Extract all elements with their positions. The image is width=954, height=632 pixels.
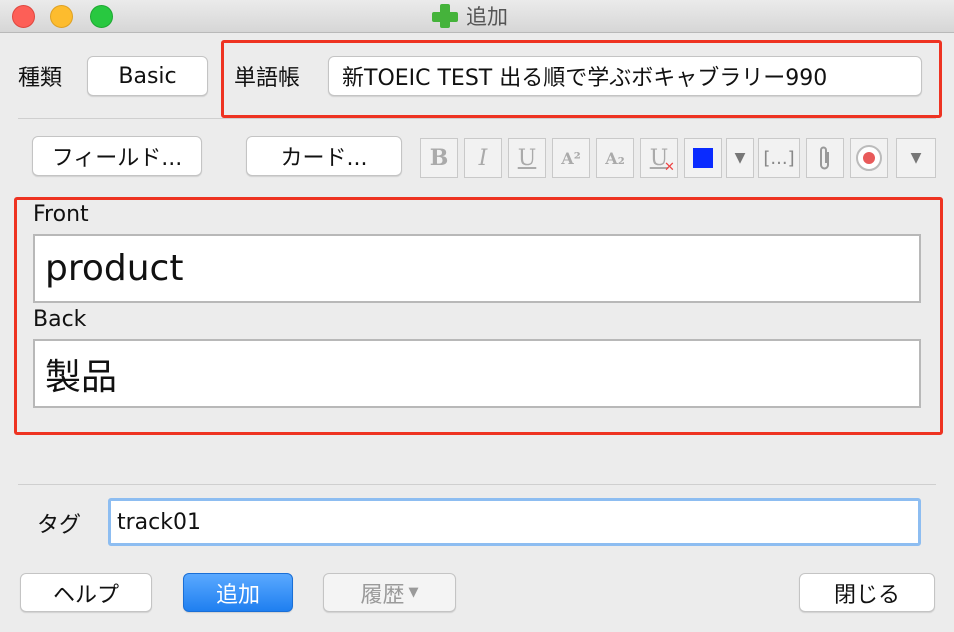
cards-button[interactable]: カード... xyxy=(246,136,402,176)
window-title-group: 追加 xyxy=(430,3,508,29)
note-type-label: 種類 xyxy=(18,66,63,91)
record-icon xyxy=(856,145,882,171)
italic-icon: I xyxy=(478,145,488,171)
add-button[interactable]: 追加 xyxy=(183,573,293,612)
color-swatch-icon xyxy=(693,148,713,168)
triangle-down-icon: ▼ xyxy=(734,150,746,166)
minimize-window-button[interactable] xyxy=(50,5,73,28)
zoom-window-button[interactable] xyxy=(90,5,113,28)
note-type-button[interactable]: Basic xyxy=(87,56,208,96)
italic-button[interactable]: I xyxy=(464,138,502,178)
text-color-dropdown-button[interactable]: ▼ xyxy=(726,138,754,178)
paperclip-icon xyxy=(820,146,829,170)
deck-button[interactable]: 新TOEIC TEST 出る順で学ぶボキャブラリー990 xyxy=(328,56,922,96)
tags-separator xyxy=(18,484,936,485)
title-bar: 追加 xyxy=(0,0,954,33)
window-title: 追加 xyxy=(466,5,508,29)
front-field-label: Front xyxy=(33,202,89,227)
triangle-down-icon: ▼ xyxy=(910,150,922,166)
bold-icon: B xyxy=(429,145,449,171)
subscript-icon: A₂ xyxy=(605,148,625,168)
cloze-icon: [...] xyxy=(763,147,795,169)
close-window-button[interactable] xyxy=(12,5,35,28)
underline-icon: U xyxy=(517,145,537,171)
help-button[interactable]: ヘルプ xyxy=(20,573,152,612)
clear-x-icon: ✕ xyxy=(664,160,675,175)
clear-formatting-button[interactable]: U ✕ xyxy=(640,138,678,178)
back-field-label: Back xyxy=(33,307,87,332)
tags-input[interactable] xyxy=(108,498,921,546)
bold-button[interactable]: B xyxy=(420,138,458,178)
record-audio-button[interactable] xyxy=(850,138,888,178)
underline-button[interactable]: U xyxy=(508,138,546,178)
history-label: 履歴 xyxy=(360,582,405,608)
plus-icon xyxy=(430,3,460,29)
more-options-button[interactable]: ▼ xyxy=(896,138,936,178)
history-button[interactable]: 履歴 ▼ xyxy=(323,573,456,612)
front-field-editor[interactable]: product xyxy=(33,234,921,303)
text-color-button[interactable] xyxy=(684,138,722,178)
superscript-button[interactable]: A² xyxy=(552,138,590,178)
close-button[interactable]: 閉じる xyxy=(799,573,935,612)
superscript-icon: A² xyxy=(561,148,581,168)
chevron-down-icon: ▼ xyxy=(408,585,419,600)
back-field-editor[interactable]: 製品 xyxy=(33,339,921,408)
subscript-button[interactable]: A₂ xyxy=(596,138,634,178)
top-separator xyxy=(18,118,936,119)
fields-button[interactable]: フィールド... xyxy=(32,136,202,176)
attach-button[interactable] xyxy=(806,138,844,178)
deck-label: 単語帳 xyxy=(234,66,301,91)
cloze-button[interactable]: [...] xyxy=(758,138,800,178)
tags-label: タグ xyxy=(37,513,82,538)
